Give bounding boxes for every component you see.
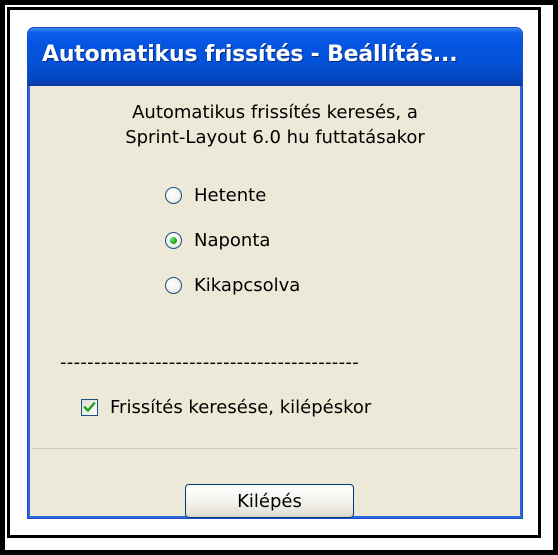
radio-label-off: Kikapcsolva [194,274,301,296]
radio-off[interactable]: Kikapcsolva [165,272,300,298]
radio-dot-icon [170,236,177,244]
window-title: Automatikus frissítés - Beállítás... [42,42,458,67]
radio-weekly[interactable]: Hetente [165,182,266,208]
radio-button-icon[interactable] [165,276,182,294]
description-text: Automatikus frissítés keresés, a Sprint-… [32,100,518,150]
radio-button-icon[interactable] [165,186,182,204]
title-bar[interactable]: Automatikus frissítés - Beállítás... [28,28,522,86]
radio-label-weekly: Hetente [194,184,267,206]
exit-check-label: Frissítés keresése, kilépéskor [110,396,372,418]
description-line-2: Sprint-Layout 6.0 hu futtatásakor [125,127,425,148]
exit-check-option[interactable]: Frissítés keresése, kilépéskor [81,394,371,420]
dialog-body: Automatikus frissítés keresés, a Sprint-… [32,86,518,518]
radio-button-selected-icon[interactable] [165,231,182,249]
dashed-separator: ----------------------------------------… [60,352,359,373]
dialog-window: Automatikus frissítés - Beállítás... Aut… [27,27,523,519]
radio-daily[interactable]: Naponta [165,227,270,253]
divider-line [32,448,518,449]
checkbox-icon[interactable] [81,398,98,416]
exit-button[interactable]: Kilépés [185,484,354,518]
radio-label-daily: Naponta [194,229,271,251]
description-line-1: Automatikus frissítés keresés, a [132,102,418,123]
checkmark-icon [83,401,96,412]
